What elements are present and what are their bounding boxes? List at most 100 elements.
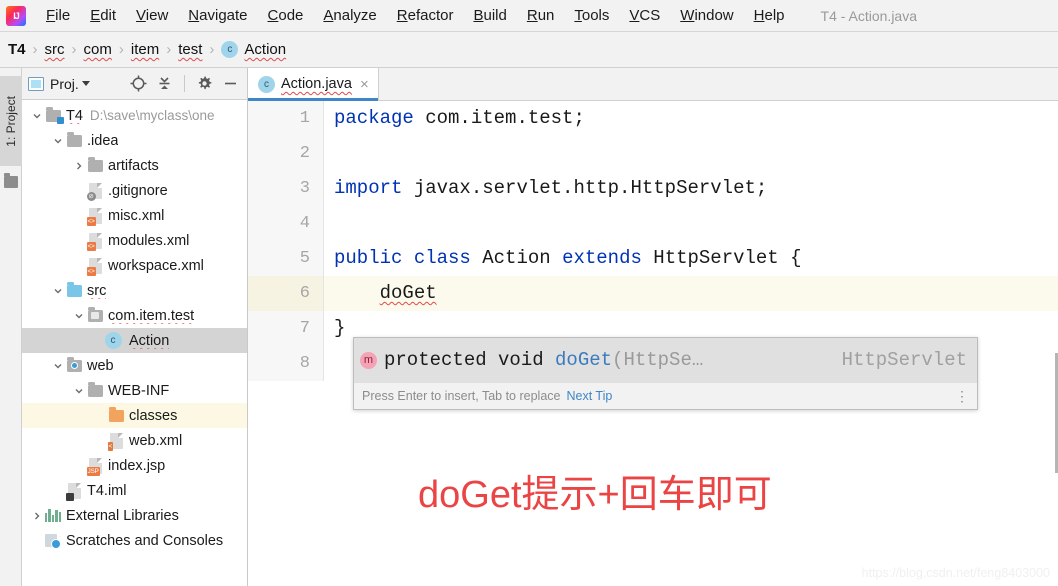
completion-popup-footer: Press Enter to insert, Tab to replace Ne… (354, 382, 977, 409)
chevron-down-icon[interactable] (51, 353, 65, 378)
menu-item-window[interactable]: Window (670, 4, 743, 27)
tree-item-path: D:\save\myclass\one (89, 108, 215, 123)
menu-item-code[interactable]: Code (258, 4, 314, 27)
chevron-right-icon[interactable] (72, 153, 86, 178)
tree-item-action[interactable]: c Action (22, 328, 247, 353)
menu-item-tools[interactable]: Tools (564, 4, 619, 27)
menu-item-vcs[interactable]: VCS (619, 4, 670, 27)
tree-item-label: index.jsp (108, 457, 166, 474)
completion-signature-prefix: protected void (384, 349, 556, 371)
intellij-idea-logo-icon (6, 5, 26, 26)
close-icon[interactable]: × (360, 77, 369, 92)
menu-item-run[interactable]: Run (517, 4, 565, 27)
line-number: 1 (299, 109, 310, 128)
tree-item-web[interactable]: web (22, 353, 247, 378)
tree-item--gitignore[interactable]: ⊘ .gitignore (22, 178, 247, 203)
code-token: com.item.test; (413, 107, 585, 129)
tree-item-scratches-and-consoles[interactable]: Scratches and Consoles (22, 528, 247, 553)
tool-window-tab-project[interactable]: 1: Project (0, 76, 22, 166)
tree-item-classes[interactable]: classes (22, 403, 247, 428)
menu-item-file[interactable]: File (36, 4, 80, 27)
code-line-3[interactable]: 3 import javax.servlet.http.HttpServlet; (248, 171, 1058, 206)
menu-item-refactor[interactable]: Refactor (387, 4, 464, 27)
editor-tab-action-java[interactable]: c Action.java × (248, 68, 379, 101)
locate-icon[interactable] (130, 75, 147, 92)
breadcrumb-item-src[interactable]: src (45, 41, 65, 58)
breadcrumb-item-item[interactable]: item (131, 41, 159, 58)
menu-item-build[interactable]: Build (463, 4, 516, 27)
code-text: public class Action extends HttpServlet … (334, 241, 802, 276)
module-folder-icon (44, 103, 64, 128)
breadcrumb-item-action[interactable]: c Action (221, 41, 286, 58)
code-completion-popup[interactable]: m protected void doGet(HttpSe… HttpServl… (353, 337, 978, 410)
menu-item-navigate[interactable]: Navigate (178, 4, 257, 27)
line-number: 8 (299, 354, 310, 373)
chevron-right-icon[interactable] (30, 503, 44, 528)
breadcrumb[interactable]: T4 › src › com › item › test › c Action (0, 32, 1058, 68)
breadcrumb-item-t4[interactable]: T4 (8, 41, 26, 58)
chevron-down-icon[interactable] (51, 128, 65, 153)
tree-item-web-inf[interactable]: WEB-INF (22, 378, 247, 403)
breadcrumb-item-test[interactable]: test (178, 41, 202, 58)
chevron-down-icon[interactable] (51, 278, 65, 303)
menu-item-edit[interactable]: Edit (80, 4, 126, 27)
tree-item-label: classes (129, 407, 178, 424)
gear-icon[interactable] (196, 75, 213, 92)
code-line-5[interactable]: 5 public class Action extends HttpServlet… (248, 241, 1058, 276)
code-editor[interactable]: 1 package com.item.test; 2 3 import javax.se… (248, 101, 1058, 586)
code-line-2[interactable]: 2 (248, 136, 1058, 171)
line-number: 3 (299, 179, 310, 198)
tree-item-t4-iml[interactable]: T4.iml (22, 478, 247, 503)
class-badge-icon: c (258, 75, 275, 93)
menu-item-help[interactable]: Help (744, 4, 795, 27)
tree-item-label: T4.iml (87, 482, 127, 499)
tree-item-web-xml[interactable]: < web.xml (22, 428, 247, 453)
project-tree[interactable]: T4 D:\save\myclass\one .idea artifacts ⊘ .git… (22, 100, 247, 585)
toolbar-divider (184, 75, 185, 92)
next-tip-link[interactable]: Next Tip (566, 389, 612, 403)
tree-item-label: .idea (87, 132, 119, 149)
chevron-down-icon[interactable] (72, 303, 86, 328)
completion-item-signature: protected void doGet(HttpSe… (384, 349, 703, 371)
tree-item-workspace-xml[interactable]: <> workspace.xml (22, 253, 247, 278)
tree-item-misc-xml[interactable]: <> misc.xml (22, 203, 247, 228)
chevron-down-icon[interactable] (72, 378, 86, 403)
chevron-down-icon[interactable] (81, 81, 90, 86)
completion-item-dogen[interactable]: m protected void doGet(HttpSe… HttpServl… (354, 338, 977, 382)
tree-item-src[interactable]: src (22, 278, 247, 303)
collapse-all-icon[interactable] (156, 75, 173, 92)
tree-item--idea[interactable]: .idea (22, 128, 247, 153)
breadcrumb-item-label: Action (244, 41, 287, 58)
tree-item-label: modules.xml (108, 232, 190, 249)
tree-item-external-libraries[interactable]: External Libraries (22, 503, 247, 528)
package-icon (86, 303, 104, 328)
tree-item-artifacts[interactable]: artifacts (22, 153, 247, 178)
tree-item-com-item-test[interactable]: com.item.test (22, 303, 247, 328)
code-line-6[interactable]: 6 doGet (248, 276, 1058, 311)
more-options-icon[interactable]: ⋮ (955, 389, 969, 403)
code-line-1[interactable]: 1 package com.item.test; (248, 101, 1058, 136)
tree-item-t4[interactable]: T4 D:\save\myclass\one (22, 103, 247, 128)
breadcrumb-item-com[interactable]: com (84, 41, 112, 58)
breadcrumb-item-label: src (44, 41, 65, 58)
web-folder-icon (65, 353, 83, 378)
project-panel-title[interactable]: Proj. (28, 76, 90, 92)
chevron-down-icon[interactable] (30, 103, 44, 128)
menu-item-analyze[interactable]: Analyze (313, 4, 386, 27)
hide-icon[interactable] (222, 75, 239, 92)
line-number: 7 (299, 319, 310, 338)
error-token: doGet (379, 282, 437, 304)
project-panel-title-label: Proj. (50, 75, 79, 92)
code-line-4[interactable]: 4 (248, 206, 1058, 241)
iml-file-icon (65, 478, 83, 503)
menu-item-view[interactable]: View (126, 4, 178, 27)
tree-item-index-jsp[interactable]: JSP index.jsp (22, 453, 247, 478)
breadcrumb-item-label: T4 (8, 41, 26, 58)
line-number: 2 (299, 144, 310, 163)
tree-item-modules-xml[interactable]: <> modules.xml (22, 228, 247, 253)
